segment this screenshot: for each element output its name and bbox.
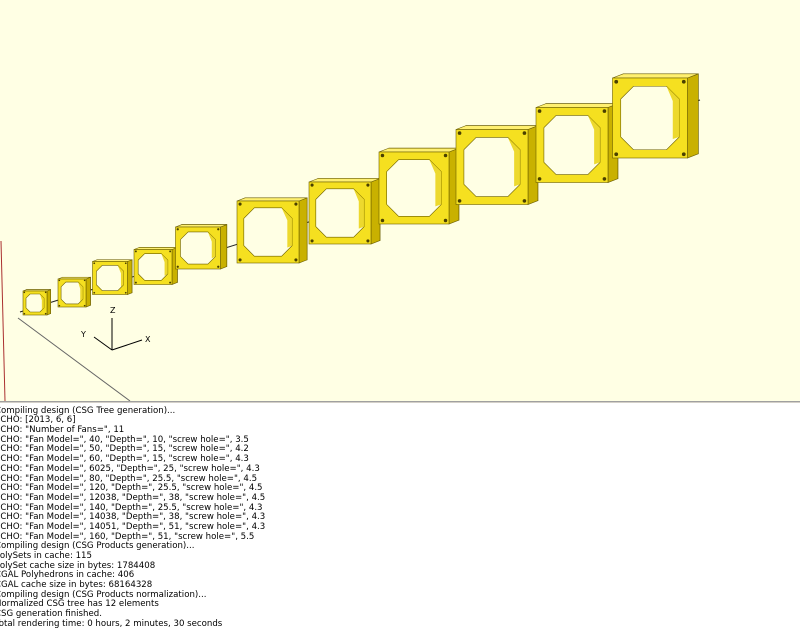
fan-frame [308,178,381,245]
screw-hole [443,153,448,158]
screw-hole [366,183,370,187]
screw-hole [602,177,607,181]
screw-hole [310,239,314,243]
screw-hole [614,79,619,84]
screw-hole [44,312,47,315]
screw-hole [294,258,298,262]
screw-hole [217,265,220,268]
fan-frame [455,125,539,205]
axis-line-z [0,240,6,401]
screw-hole [58,304,61,307]
fan-frame [175,224,228,270]
fan-frame [133,246,178,285]
screw-hole [522,199,527,203]
screw-hole [457,131,462,135]
screw-hole [23,291,26,294]
3d-viewport[interactable]: X Z Y [0,0,800,401]
screw-hole [443,218,448,223]
console-line: Total rendering time: 0 hours, 2 minutes… [0,618,223,629]
screw-hole [380,218,385,223]
screw-hole [23,312,26,315]
screw-hole [124,262,127,265]
screw-hole [457,199,462,203]
console-panel[interactable]: Module cache size: 0 modulesCompiling de… [0,403,800,641]
screw-hole [83,304,86,307]
axis-label-z: Z [110,306,116,315]
screw-hole [380,153,385,158]
screw-hole [537,177,542,181]
console-output: Module cache size: 0 modulesCompiling de… [0,403,265,630]
fan-frame [92,259,133,295]
fan-frame [612,73,699,159]
screw-hole [176,228,179,231]
screw-hole [217,228,220,231]
screw-hole [176,265,179,268]
screw-hole [93,291,96,294]
screw-hole [614,152,619,157]
fan-frames-group [22,73,699,316]
fan-frame [57,276,91,308]
screw-hole [134,250,137,253]
model-render: X Z Y [0,73,701,401]
screw-hole [169,281,172,284]
screw-hole [366,239,370,243]
fan-frame [535,103,619,183]
screw-hole [124,291,127,294]
screw-hole [134,281,137,284]
screw-hole [681,79,686,84]
screw-hole [58,279,61,282]
axis-gizmo: X Z Y [80,306,151,351]
screw-hole [169,250,172,253]
screw-hole [294,202,298,206]
fan-frame [22,289,51,316]
screw-hole [44,291,47,294]
screw-hole [537,109,542,113]
screw-hole [238,202,242,206]
screw-hole [522,131,527,135]
screw-hole [238,258,242,262]
screw-hole [83,279,86,282]
screw-hole [602,109,607,113]
fan-frame [236,197,308,264]
screw-hole [310,183,314,187]
screw-hole [681,152,686,157]
axis-label-x: X [145,335,151,344]
axis-label-y: Y [80,330,86,339]
screw-hole [93,262,96,265]
axis-line-y [17,317,131,401]
fan-frame [378,147,460,225]
